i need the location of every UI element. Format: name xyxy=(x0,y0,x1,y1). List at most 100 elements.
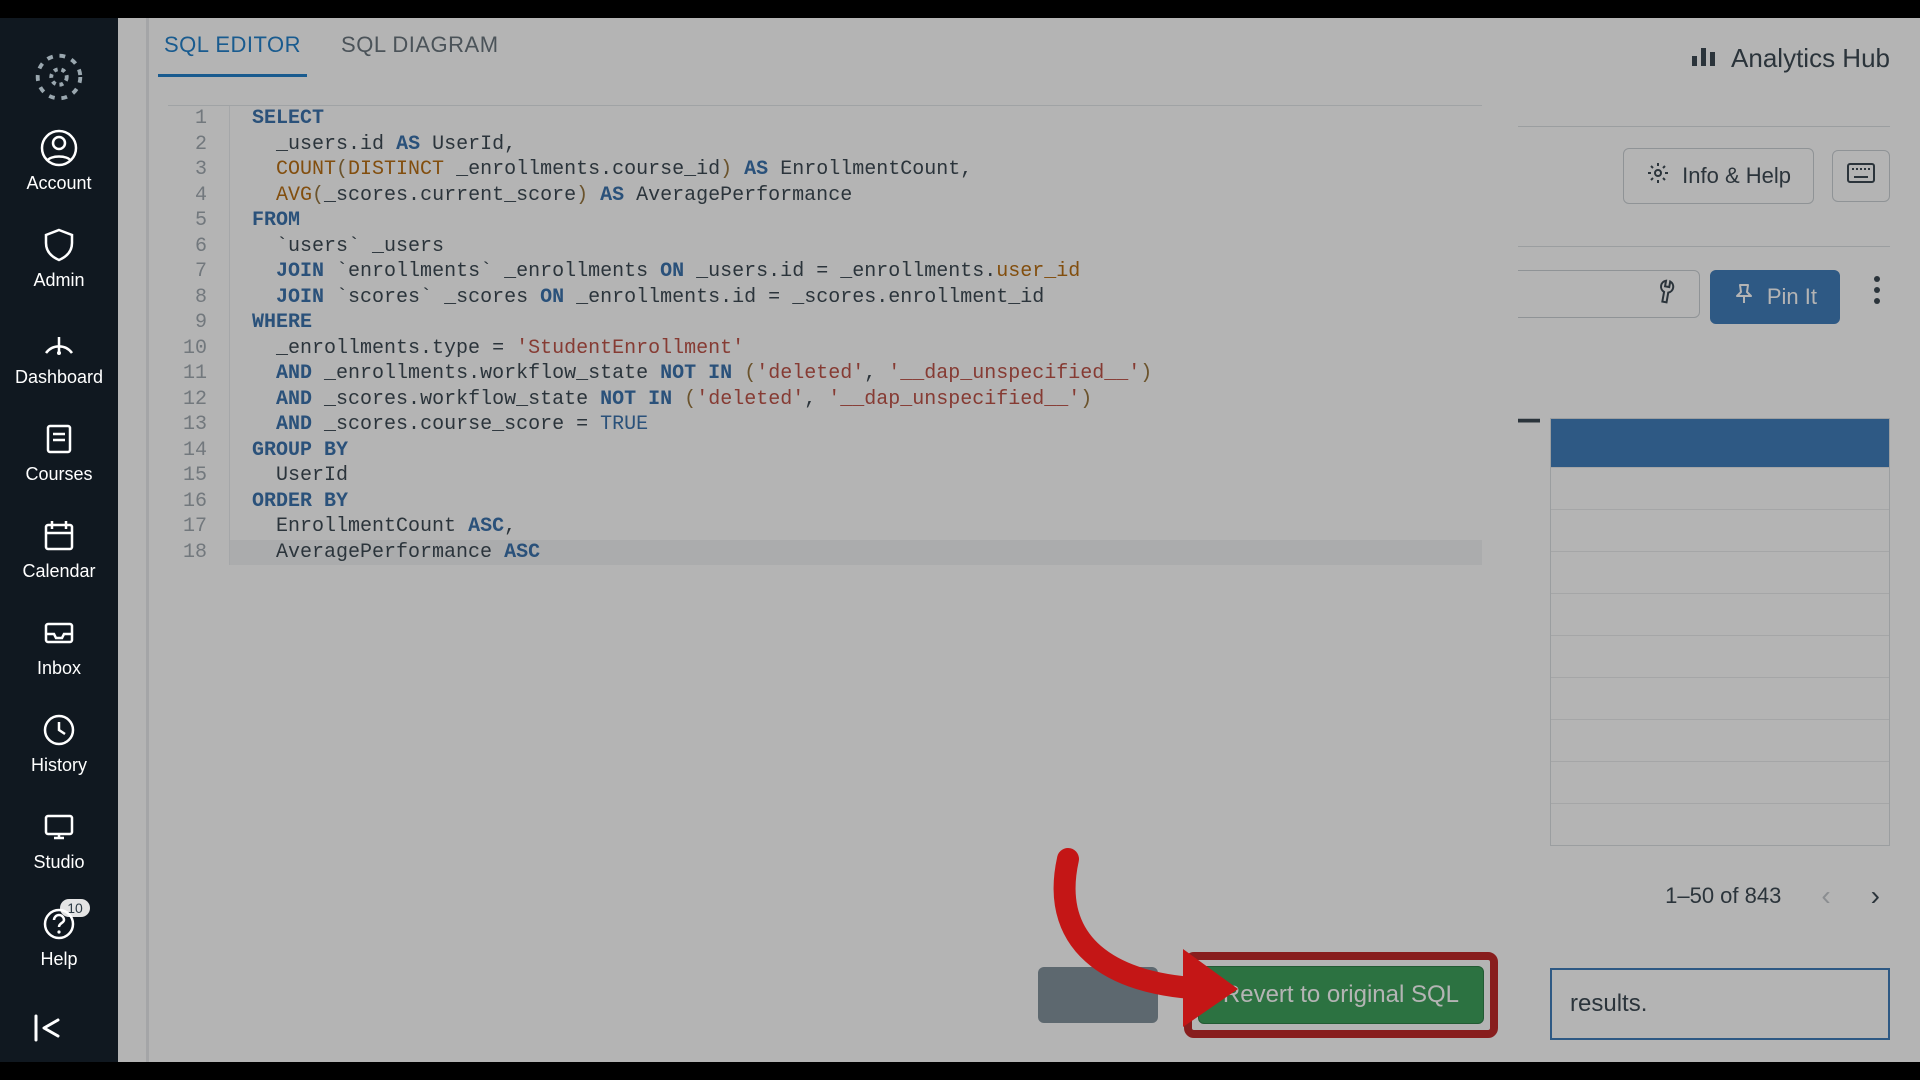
results-banner: results. xyxy=(1550,968,1890,1040)
code-line: 7 JOIN `enrollments` _enrollments ON _us… xyxy=(168,259,1482,285)
nav-courses[interactable]: Courses xyxy=(0,404,118,501)
wrench-icon xyxy=(1648,273,1688,314)
nav-inbox[interactable]: Inbox xyxy=(0,598,118,695)
nav-account[interactable]: Account xyxy=(0,113,118,210)
gear-icon xyxy=(1646,161,1670,191)
calendar-icon xyxy=(40,517,78,555)
dashboard-icon xyxy=(40,323,78,361)
code-text: GROUP BY xyxy=(230,438,1482,464)
editor-tabs: SQL EDITOR SQL DIAGRAM xyxy=(118,18,1518,77)
nav-label: Courses xyxy=(25,464,92,485)
pin-it-button[interactable]: Pin It xyxy=(1710,270,1840,324)
pin-it-label: Pin It xyxy=(1767,284,1817,310)
table-row xyxy=(1551,509,1889,551)
code-line: 6 `users` _users xyxy=(168,234,1482,260)
code-text: _enrollments.type = 'StudentEnrollment' xyxy=(230,336,1482,362)
table-row xyxy=(1551,593,1889,635)
code-line: 14GROUP BY xyxy=(168,438,1482,464)
toolbar: Info & Help xyxy=(1623,148,1890,204)
nav-dashboard[interactable]: Dashboard xyxy=(0,307,118,404)
line-number: 8 xyxy=(168,285,230,311)
line-number: 12 xyxy=(168,387,230,413)
code-line: 17 EnrollmentCount ASC, xyxy=(168,514,1482,540)
code-text: FROM xyxy=(230,208,1482,234)
table-row xyxy=(1551,677,1889,719)
pager-prev-button[interactable]: ‹ xyxy=(1821,880,1830,912)
line-number: 14 xyxy=(168,438,230,464)
line-number: 11 xyxy=(168,361,230,387)
tab-label: SQL DIAGRAM xyxy=(341,32,499,57)
line-number: 2 xyxy=(168,132,230,158)
line-number: 9 xyxy=(168,310,230,336)
nav-calendar[interactable]: Calendar xyxy=(0,501,118,598)
editor-footer: Revert to original SQL xyxy=(1038,952,1498,1038)
inbox-icon xyxy=(40,614,78,652)
code-editor[interactable]: 1SELECT2 _users.id AS UserId,3 COUNT(DIS… xyxy=(168,105,1482,565)
code-text: ORDER BY xyxy=(230,489,1482,515)
code-text: JOIN `scores` _scores ON _enrollments.id… xyxy=(230,285,1482,311)
table-row xyxy=(1551,803,1889,845)
code-line: 15 UserId xyxy=(168,463,1482,489)
line-number: 13 xyxy=(168,412,230,438)
code-text: COUNT(DISTINCT _enrollments.course_id) A… xyxy=(230,157,1482,183)
nav-studio[interactable]: Studio xyxy=(0,792,118,889)
logo-icon xyxy=(28,46,90,113)
letterbox-top xyxy=(0,0,1920,18)
app-stage: Account Admin Dashboard Courses Calendar Inbo… xyxy=(0,18,1920,1062)
annotation-highlight: Revert to original SQL xyxy=(1184,952,1498,1038)
line-number: 7 xyxy=(168,259,230,285)
panel-resize-handle[interactable] xyxy=(146,18,149,1062)
table-row xyxy=(1551,467,1889,509)
courses-icon xyxy=(40,420,78,458)
line-number: 15 xyxy=(168,463,230,489)
line-number: 10 xyxy=(168,336,230,362)
keyboard-button[interactable] xyxy=(1832,150,1890,202)
code-text: AveragePerformance ASC xyxy=(230,540,1482,566)
sql-editor-panel: SQL EDITOR SQL DIAGRAM 1SELECT2 _users.i… xyxy=(118,18,1518,1062)
code-line: 10 _enrollments.type = 'StudentEnrollmen… xyxy=(168,336,1482,362)
pager-next-button[interactable]: › xyxy=(1871,880,1880,912)
code-line: 8 JOIN `scores` _scores ON _enrollments.… xyxy=(168,285,1482,311)
revert-to-original-sql-button[interactable]: Revert to original SQL xyxy=(1198,966,1484,1024)
table-row xyxy=(1551,761,1889,803)
code-line: 1SELECT xyxy=(168,106,1482,132)
line-number: 1 xyxy=(168,106,230,132)
code-text: JOIN `enrollments` _enrollments ON _user… xyxy=(230,259,1482,285)
tab-sql-editor[interactable]: SQL EDITOR xyxy=(158,28,307,77)
nav-label: Studio xyxy=(33,852,84,873)
code-line: 3 COUNT(DISTINCT _enrollments.course_id)… xyxy=(168,157,1482,183)
code-text: _users.id AS UserId, xyxy=(230,132,1482,158)
code-text: AND _scores.course_score = TRUE xyxy=(230,412,1482,438)
code-text: AND _enrollments.workflow_state NOT IN (… xyxy=(230,361,1482,387)
tab-label: SQL EDITOR xyxy=(164,32,301,57)
collapse-nav-button[interactable] xyxy=(0,1008,118,1048)
code-line: 12 AND _scores.workflow_state NOT IN ('d… xyxy=(168,387,1482,413)
code-line: 5FROM xyxy=(168,208,1482,234)
code-line: 2 _users.id AS UserId, xyxy=(168,132,1482,158)
tab-sql-diagram[interactable]: SQL DIAGRAM xyxy=(335,28,505,77)
dot-icon xyxy=(1874,298,1880,304)
nav-admin[interactable]: Admin xyxy=(0,210,118,307)
info-help-label: Info & Help xyxy=(1682,163,1791,189)
info-help-button[interactable]: Info & Help xyxy=(1623,148,1814,204)
code-text: EnrollmentCount ASC, xyxy=(230,514,1482,540)
code-line: 4 AVG(_scores.current_score) AS AverageP… xyxy=(168,183,1482,209)
table-row xyxy=(1551,719,1889,761)
run-button[interactable] xyxy=(1038,967,1158,1023)
table-row xyxy=(1551,551,1889,593)
nav-help[interactable]: 10Help xyxy=(0,889,118,986)
page-header: Analytics Hub xyxy=(1689,40,1890,77)
account-icon xyxy=(40,129,78,167)
nav-label: Admin xyxy=(33,270,84,291)
nav-history[interactable]: History xyxy=(0,695,118,792)
code-line: 9WHERE xyxy=(168,310,1482,336)
nav-label: Calendar xyxy=(22,561,95,582)
more-menu-button[interactable] xyxy=(1874,276,1880,304)
results-table xyxy=(1550,418,1890,846)
line-number: 16 xyxy=(168,489,230,515)
dot-icon xyxy=(1874,287,1880,293)
nav-label: History xyxy=(31,755,87,776)
line-number: 4 xyxy=(168,183,230,209)
nav-label: Help xyxy=(40,949,77,970)
history-icon xyxy=(40,711,78,749)
